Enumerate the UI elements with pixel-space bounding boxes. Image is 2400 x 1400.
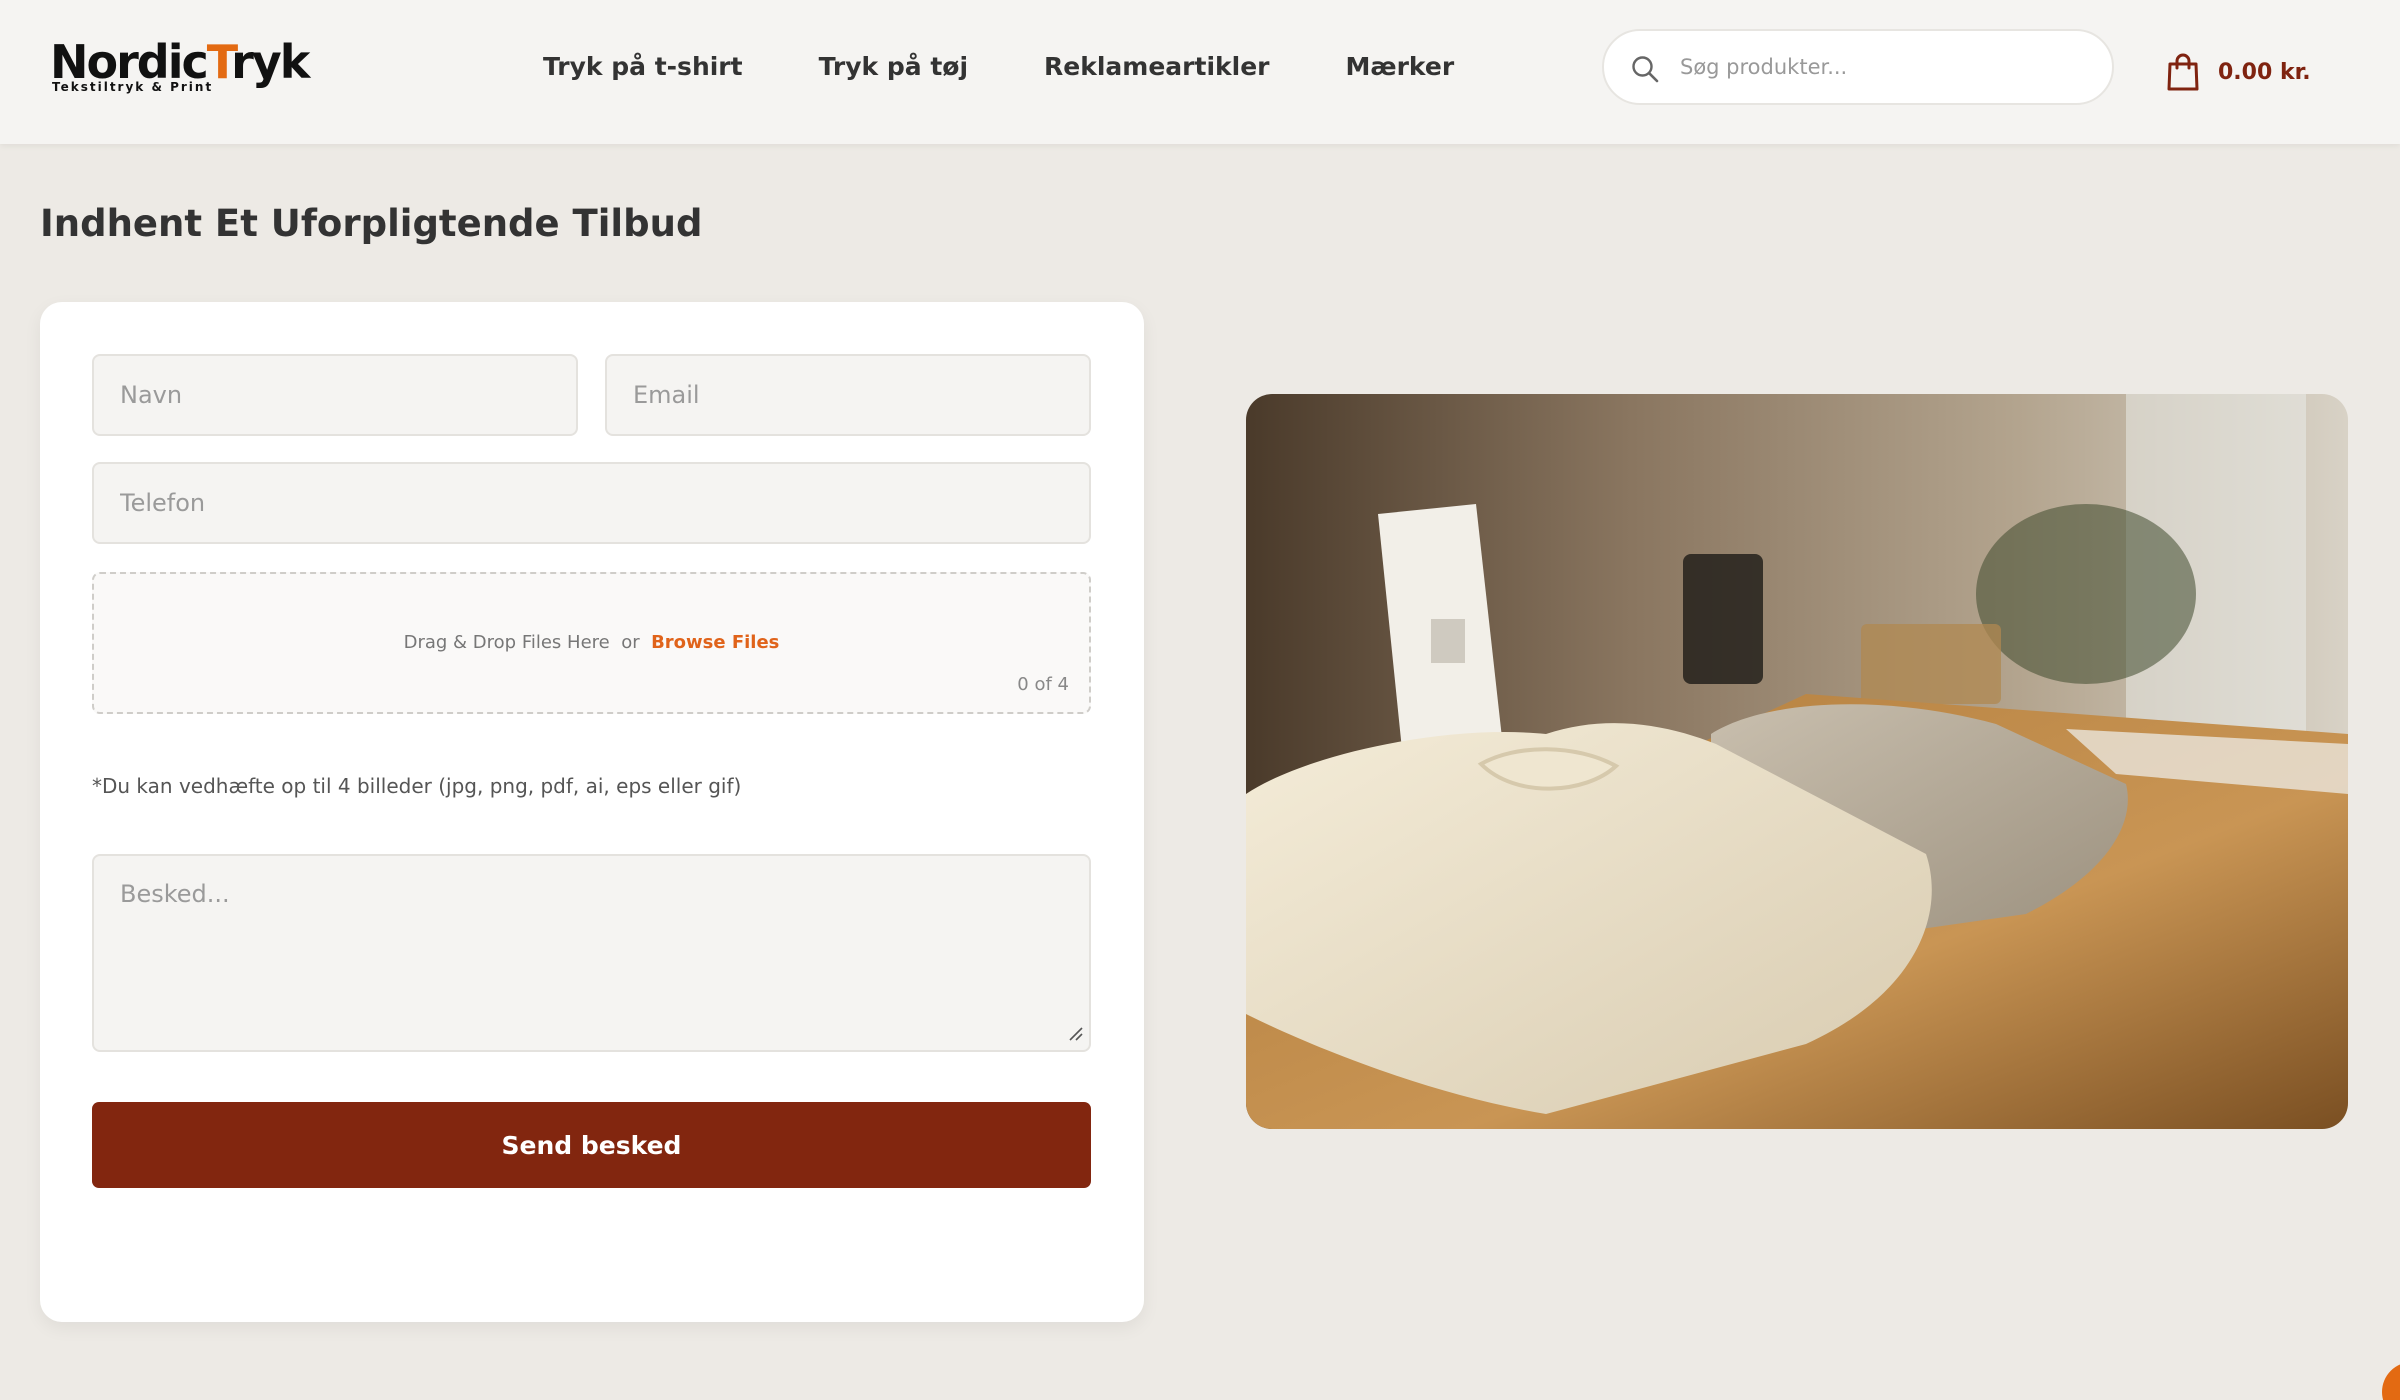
quote-form-card: Drag & Drop Files Here or Browse Files 0… — [40, 302, 1144, 1322]
name-field[interactable] — [92, 354, 578, 436]
search-input[interactable] — [1680, 45, 2090, 89]
nav-item-maerker[interactable]: Mærker — [1346, 52, 1455, 81]
cart-total: 0.00 kr. — [2218, 59, 2311, 85]
logo[interactable]: NordicTryk Tekstiltryk & Print — [50, 36, 310, 96]
nav-item-reklameartikler[interactable]: Reklameartikler — [1044, 52, 1269, 81]
file-dropzone[interactable]: Drag & Drop Files Here or Browse Files 0… — [92, 572, 1091, 714]
email-field[interactable] — [605, 354, 1091, 436]
phone-field[interactable] — [92, 462, 1091, 544]
resize-grip-icon[interactable] — [1066, 1024, 1084, 1042]
site-header: NordicTryk Tekstiltryk & Print Tryk på t… — [0, 0, 2400, 144]
nav-item-tryk-paa-toej[interactable]: Tryk på tøj — [819, 52, 968, 81]
browse-files-link[interactable]: Browse Files — [651, 632, 779, 653]
cart-button[interactable]: 0.00 kr. — [2166, 52, 2311, 92]
file-count: 0 of 4 — [1017, 674, 1069, 695]
nav-item-tryk-paa-tshirt[interactable]: Tryk på t-shirt — [543, 52, 743, 81]
dropzone-label: Drag & Drop Files Here or Browse Files — [403, 632, 780, 653]
search-icon[interactable] — [1630, 54, 1660, 84]
page-title: Indhent Et Uforpligtende Tilbud — [40, 202, 703, 245]
main-nav: Tryk på t-shirt Tryk på tøj Reklameartik… — [543, 52, 1454, 81]
upload-hint: *Du kan vedhæfte op til 4 billeder (jpg,… — [92, 774, 742, 798]
shopping-bag-icon — [2167, 53, 2199, 91]
tshirts-photo — [1246, 394, 2348, 1129]
chat-bubble-icon[interactable] — [2382, 1362, 2400, 1400]
search-box — [1602, 29, 2114, 105]
logo-tagline: Tekstiltryk & Print — [52, 80, 214, 94]
message-field[interactable] — [92, 854, 1091, 1052]
send-button[interactable]: Send besked — [92, 1102, 1091, 1188]
